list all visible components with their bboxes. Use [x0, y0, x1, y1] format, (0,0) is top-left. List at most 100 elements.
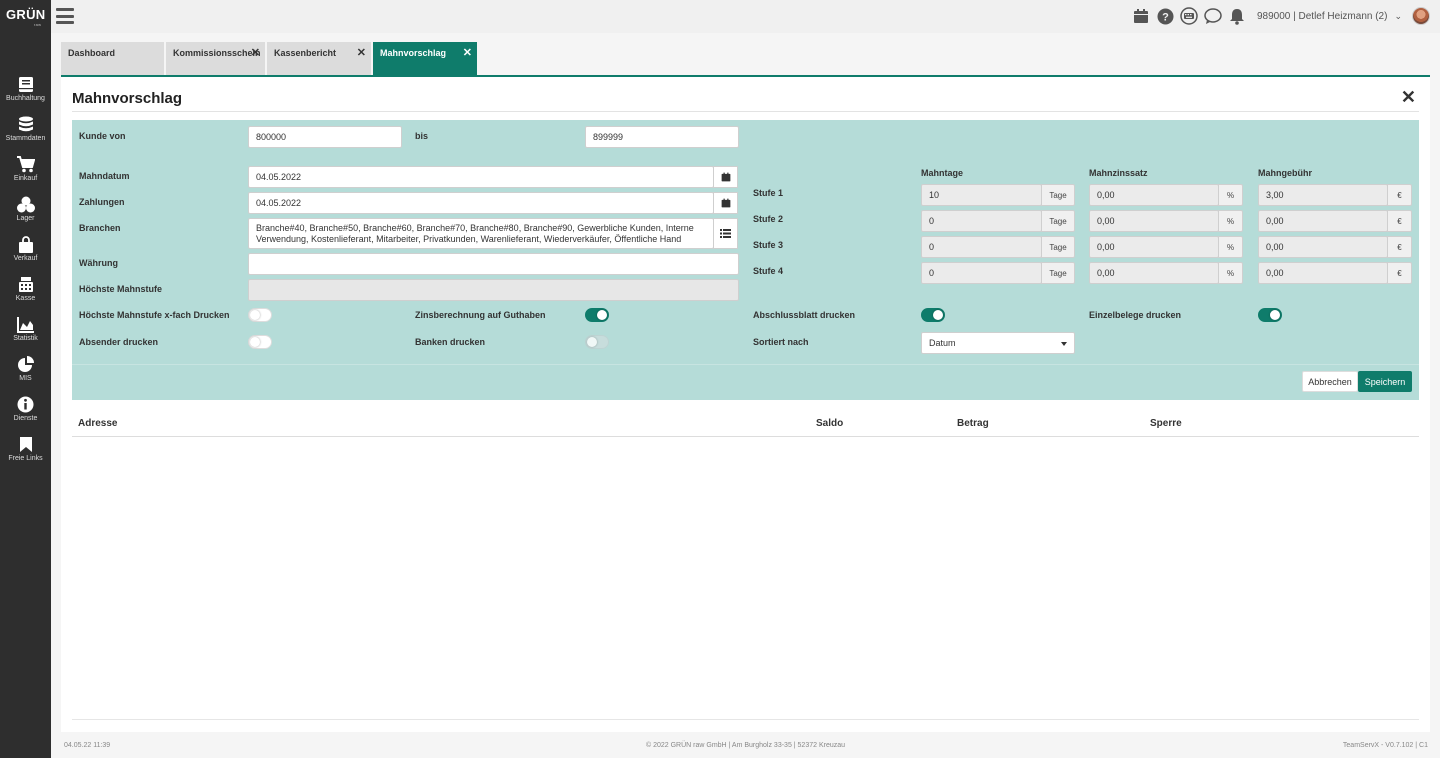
- calendar-icon[interactable]: [713, 192, 738, 214]
- sidebar-item-stammdaten[interactable]: Stammdaten: [0, 116, 51, 152]
- sidebar-item-verkauf[interactable]: Verkauf: [0, 236, 51, 272]
- calendar-icon[interactable]: [713, 166, 738, 188]
- percent-addon: %: [1218, 236, 1243, 258]
- abschlussblatt-toggle[interactable]: [921, 308, 945, 322]
- menu-toggle-icon[interactable]: [56, 8, 74, 24]
- keyboard-icon[interactable]: [1179, 6, 1199, 26]
- stufe-2-mahnzins[interactable]: 0,00: [1089, 210, 1219, 232]
- sortiert-nach-select[interactable]: Datum: [921, 332, 1075, 354]
- hoechste-mahnstufe-input[interactable]: [248, 279, 739, 301]
- tab-bar: Dashboard Kommissionsschein ✕ Kassenberic…: [61, 42, 477, 75]
- tab-mahnvorschlag[interactable]: Mahnvorschlag ✕: [373, 42, 477, 75]
- cart-icon: [16, 156, 35, 173]
- banken-toggle[interactable]: [585, 335, 609, 349]
- info-icon: [17, 396, 34, 413]
- stufe-1-label: Stufe 1: [753, 188, 784, 198]
- stufe-4-label: Stufe 4: [753, 266, 784, 276]
- col-adresse[interactable]: Adresse: [78, 418, 117, 429]
- stufe-4-mahngebuehr[interactable]: 0,00: [1258, 262, 1388, 284]
- stufe-4-mahntage[interactable]: 0: [921, 262, 1042, 284]
- col-sperre[interactable]: Sperre: [1150, 418, 1182, 429]
- mahndatum-input[interactable]: 04.05.2022: [248, 166, 714, 188]
- tab-kassenbericht[interactable]: Kassenbericht ✕: [267, 42, 371, 75]
- avatar[interactable]: [1412, 7, 1430, 25]
- stufe-3-mahngebuehr[interactable]: 0,00: [1258, 236, 1388, 258]
- branchen-label: Branchen: [79, 223, 121, 233]
- absender-toggle[interactable]: [248, 335, 272, 349]
- xfach-drucken-toggle[interactable]: [248, 308, 272, 322]
- bell-icon[interactable]: [1227, 6, 1247, 26]
- tage-addon: Tage: [1041, 236, 1075, 258]
- sidebar-item-label: Freie Links: [8, 455, 43, 462]
- sortiert-nach-label: Sortiert nach: [753, 337, 809, 347]
- sidebar-item-lager[interactable]: Lager: [0, 196, 51, 232]
- sidebar-item-mis[interactable]: MIS: [0, 356, 51, 392]
- sidebar-item-label: Einkauf: [13, 175, 38, 182]
- stufe-3-mahntage[interactable]: 0: [921, 236, 1042, 258]
- euro-addon: €: [1387, 262, 1412, 284]
- stufe-1-mahngebuehr[interactable]: 3,00: [1258, 184, 1388, 206]
- register-icon: [18, 277, 33, 292]
- sidebar-item-buchhaltung[interactable]: Buchhaltung: [0, 76, 51, 112]
- zinsberechnung-label: Zinsberechnung auf Guthaben: [415, 310, 546, 320]
- waehrung-input[interactable]: [248, 253, 739, 275]
- topbar: ? 989000 | Detlef Heizmann (2) ⌄: [51, 0, 1440, 33]
- percent-addon: %: [1218, 262, 1243, 284]
- stufe-2-label: Stufe 2: [753, 214, 784, 224]
- footer: 04.05.22 11:39 © 2022 GRÜN raw GmbH | Am…: [51, 738, 1440, 758]
- close-icon[interactable]: ✕: [463, 46, 472, 59]
- sidebar-item-kasse[interactable]: Kasse: [0, 276, 51, 312]
- sidebar-item-freie-links[interactable]: Freie Links: [0, 436, 51, 472]
- sidebar-item-label: Dienste: [13, 415, 38, 422]
- kunde-von-input[interactable]: 800000: [248, 126, 402, 148]
- help-icon[interactable]: ?: [1155, 6, 1175, 26]
- xfach-drucken-label: Höchste Mahnstufe x-fach Drucken: [79, 310, 230, 320]
- tab-kommissionsschein[interactable]: Kommissionsschein ✕: [166, 42, 265, 75]
- bis-input[interactable]: 899999: [585, 126, 739, 148]
- app-logo[interactable]: GRÜN raw: [6, 7, 45, 27]
- footer-copyright: © 2022 GRÜN raw GmbH | Am Burgholz 33-35…: [645, 742, 846, 749]
- stufe-2-mahngebuehr[interactable]: 0,00: [1258, 210, 1388, 232]
- cancel-button[interactable]: Abbrechen: [1302, 371, 1358, 392]
- tab-dashboard[interactable]: Dashboard: [61, 42, 164, 75]
- stufe-2-mahntage[interactable]: 0: [921, 210, 1042, 232]
- main-panel: Mahnvorschlag ✕ Kunde von 800000 bis 899…: [61, 77, 1430, 732]
- sidebar-item-label: Stammdaten: [5, 135, 46, 142]
- stufe-1-mahnzins[interactable]: 0,00: [1089, 184, 1219, 206]
- sidebar-item-label: Verkauf: [13, 255, 38, 262]
- sidebar-item-statistik[interactable]: Statistik: [0, 316, 51, 352]
- close-icon[interactable]: ✕: [357, 46, 366, 59]
- list-icon[interactable]: [713, 218, 738, 249]
- page-title: Mahnvorschlag: [72, 90, 183, 107]
- sidebar-item-label: MIS: [19, 375, 32, 382]
- col-betrag[interactable]: Betrag: [957, 418, 989, 429]
- euro-addon: €: [1387, 210, 1412, 232]
- stufe-1-mahntage[interactable]: 10: [921, 184, 1042, 206]
- filter-form: Kunde von 800000 bis 899999 Mahndatum 04…: [72, 120, 1419, 400]
- bookmark-icon: [19, 437, 32, 452]
- chevron-down-icon[interactable]: ⌄: [1394, 11, 1402, 22]
- user-menu[interactable]: 989000 | Detlef Heizmann (2): [1257, 11, 1387, 22]
- chat-icon[interactable]: [1203, 6, 1223, 26]
- sidebar-item-einkauf[interactable]: Einkauf: [0, 156, 51, 192]
- sidebar-item-dienste[interactable]: Dienste: [0, 396, 51, 432]
- zinsberechnung-toggle[interactable]: [585, 308, 609, 322]
- boxes-icon: [16, 196, 35, 213]
- branchen-input[interactable]: Branche#40, Branche#50, Branche#60, Bran…: [248, 218, 714, 249]
- absender-label: Absender drucken: [79, 337, 159, 347]
- close-icon[interactable]: ✕: [1401, 87, 1416, 108]
- col-saldo[interactable]: Saldo: [816, 418, 843, 429]
- close-icon[interactable]: ✕: [251, 46, 260, 59]
- save-button[interactable]: Speichern: [1358, 371, 1412, 392]
- tage-addon: Tage: [1041, 184, 1075, 206]
- kunde-von-label: Kunde von: [79, 131, 126, 141]
- einzelbelege-toggle[interactable]: [1258, 308, 1282, 322]
- zahlungen-input[interactable]: 04.05.2022: [248, 192, 714, 214]
- mahndatum-label: Mahndatum: [79, 171, 130, 181]
- hoechste-mahnstufe-label: Höchste Mahnstufe: [79, 284, 163, 294]
- calendar-icon[interactable]: [1131, 6, 1151, 26]
- sidebar-item-label: Kasse: [15, 295, 36, 302]
- stufe-3-mahnzins[interactable]: 0,00: [1089, 236, 1219, 258]
- stufe-4-mahnzins[interactable]: 0,00: [1089, 262, 1219, 284]
- chevron-down-icon: [1061, 342, 1067, 346]
